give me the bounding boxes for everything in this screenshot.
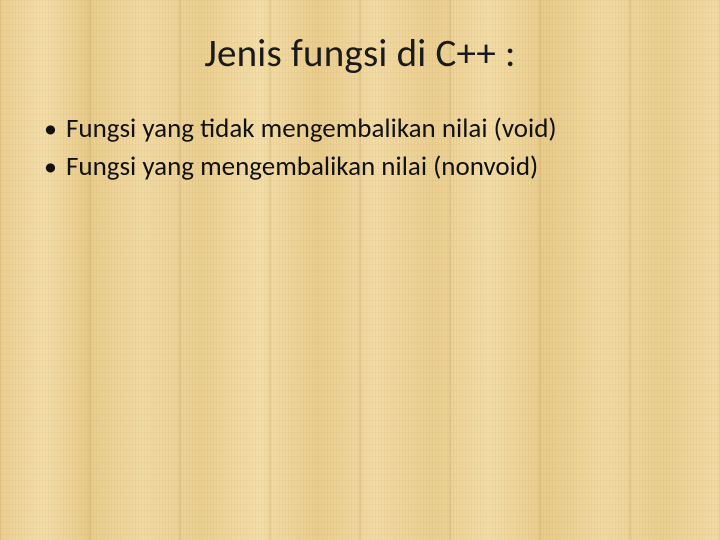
list-item: Fungsi yang mengembalikan nilai (nonvoid… <box>38 149 682 185</box>
slide: Jenis fungsi di C++ : Fungsi yang tidak … <box>0 0 720 540</box>
bullet-list: Fungsi yang tidak mengembalikan nilai (v… <box>38 111 682 186</box>
list-item: Fungsi yang tidak mengembalikan nilai (v… <box>38 111 682 147</box>
slide-title: Jenis fungsi di C++ : <box>38 30 682 77</box>
